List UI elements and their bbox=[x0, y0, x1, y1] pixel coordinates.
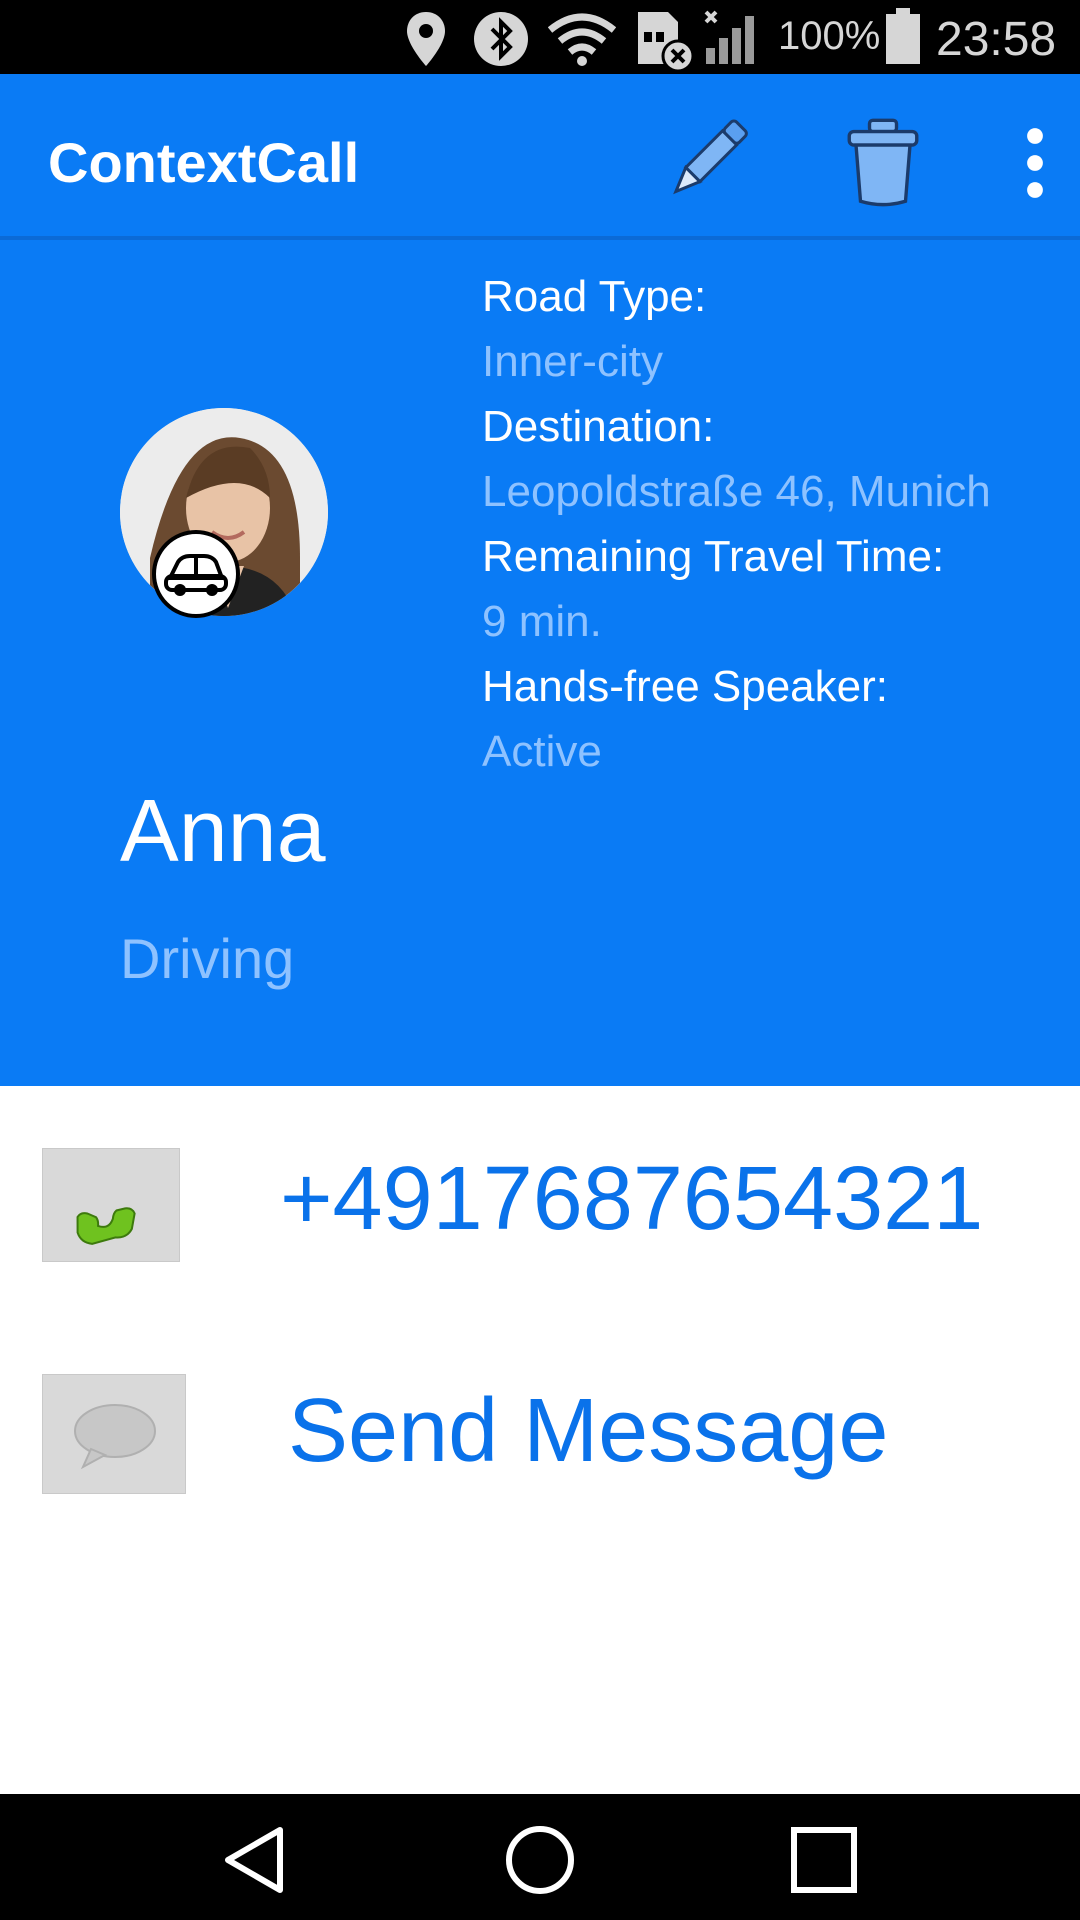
call-row[interactable]: +4917687654321 bbox=[0, 1148, 1080, 1268]
status-bar: 100% 23:58 bbox=[0, 0, 1080, 74]
destination-label: Destination: bbox=[482, 402, 715, 451]
app-bar: ContextCall bbox=[0, 74, 1080, 240]
status-clock: 23:58 bbox=[936, 13, 1057, 66]
home-icon[interactable] bbox=[500, 1820, 580, 1900]
contact-detail-panel: Anna Driving Road Type: Inner-city Desti… bbox=[0, 240, 1080, 1086]
battery-icon bbox=[886, 8, 920, 64]
phone-number[interactable]: +4917687654321 bbox=[280, 1148, 983, 1251]
sim-error-icon bbox=[638, 12, 695, 72]
delete-icon[interactable] bbox=[838, 118, 928, 208]
contact-name: Anna bbox=[120, 781, 326, 880]
send-message-button[interactable]: Send Message bbox=[288, 1380, 888, 1483]
bluetooth-icon bbox=[474, 12, 528, 66]
call-tile[interactable] bbox=[42, 1148, 180, 1262]
battery-percent: 100% bbox=[778, 14, 881, 58]
wifi-icon bbox=[548, 13, 616, 66]
road-type-value: Inner-city bbox=[482, 337, 663, 386]
edit-icon[interactable] bbox=[662, 114, 752, 204]
speaker-value: Active bbox=[482, 727, 602, 776]
message-tile[interactable] bbox=[42, 1374, 186, 1494]
travel-time-value: 9 min. bbox=[482, 597, 602, 646]
road-type-label: Road Type: bbox=[482, 272, 707, 321]
speech-bubble-icon bbox=[74, 1404, 156, 1470]
contact-status: Driving bbox=[120, 927, 295, 990]
back-icon[interactable] bbox=[216, 1820, 296, 1900]
car-icon bbox=[164, 554, 228, 596]
recents-icon[interactable] bbox=[784, 1820, 864, 1900]
signal-icon bbox=[704, 10, 754, 64]
car-status-badge bbox=[152, 530, 240, 618]
destination-value: Leopoldstraße 46, Munich bbox=[482, 467, 991, 516]
app-title: ContextCall bbox=[48, 131, 360, 194]
travel-time-label: Remaining Travel Time: bbox=[482, 532, 945, 581]
phone-icon bbox=[76, 1207, 136, 1245]
context-info-list: Road Type: Inner-city Destination: Leopo… bbox=[482, 264, 1072, 784]
location-icon bbox=[407, 12, 445, 66]
message-row[interactable]: Send Message bbox=[0, 1374, 1080, 1496]
overflow-menu-icon[interactable] bbox=[990, 118, 1080, 208]
speaker-label: Hands-free Speaker: bbox=[482, 662, 888, 711]
navigation-bar bbox=[0, 1794, 1080, 1920]
